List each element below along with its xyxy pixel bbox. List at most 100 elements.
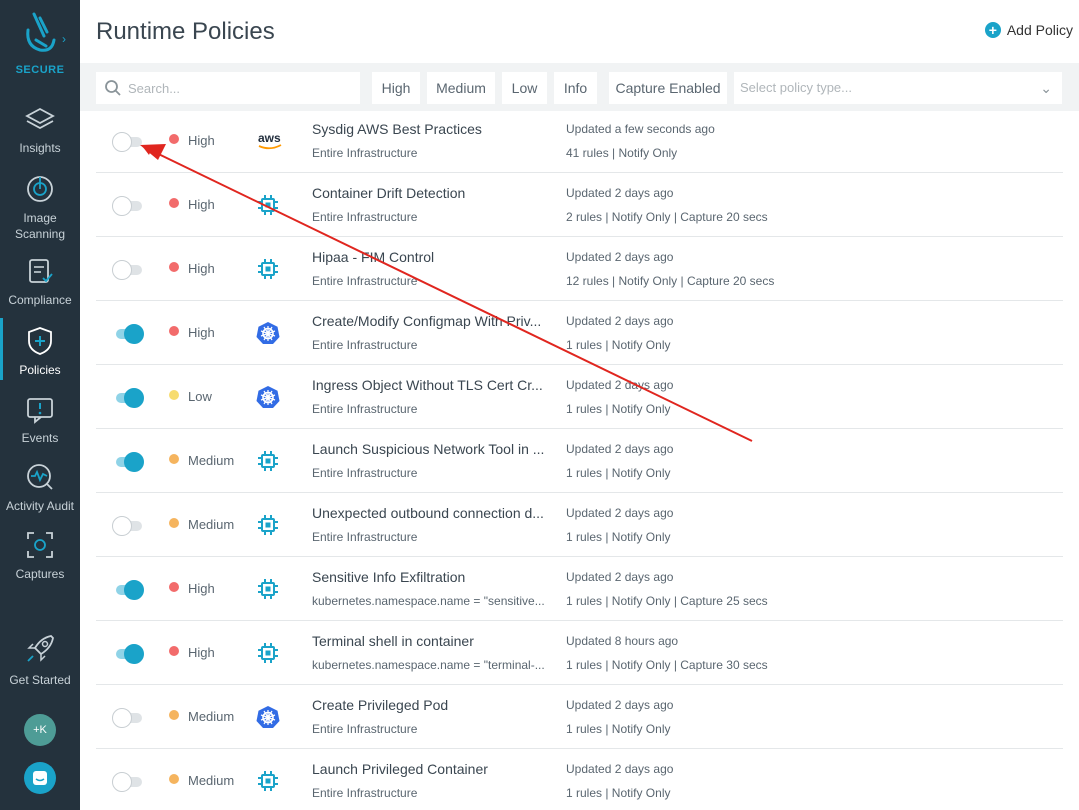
enable-toggle[interactable] <box>112 388 144 408</box>
policy-source-icon <box>256 449 280 473</box>
policy-source-icon <box>256 641 280 665</box>
table-row[interactable]: High Terminal shell in container kubernete… <box>96 621 1063 685</box>
table-row[interactable]: Medium Launch Privileged Container Entire … <box>96 749 1063 810</box>
policy-meta: 41 rules | Notify Only <box>566 146 678 160</box>
kubernetes-icon <box>256 386 280 408</box>
policy-updated: Updated 2 days ago <box>566 314 674 328</box>
sidebar-item-get-started[interactable]: Get Started <box>0 632 80 688</box>
policy-updated: Updated 2 days ago <box>566 506 674 520</box>
sidebar-item-activity-audit[interactable]: Activity Audit <box>0 462 80 514</box>
enable-toggle[interactable] <box>112 580 144 600</box>
policy-source-icon <box>256 257 280 281</box>
severity-dot <box>169 390 179 400</box>
policy-name[interactable]: Sensitive Info Exfiltration <box>312 569 558 585</box>
filter-bar: High Medium Low Info Capture Enabled Sel… <box>80 63 1079 111</box>
enable-toggle[interactable] <box>112 196 144 216</box>
severity-dot <box>169 454 179 464</box>
policy-name[interactable]: Hipaa - FIM Control <box>312 249 558 265</box>
enable-toggle[interactable] <box>112 260 144 280</box>
filter-low[interactable]: Low <box>502 72 547 104</box>
severity-dot <box>169 774 179 784</box>
enable-toggle[interactable] <box>112 708 144 728</box>
enable-toggle[interactable] <box>112 324 144 344</box>
severity-label: High <box>188 581 215 596</box>
table-row[interactable]: Medium Create Privileged Pod Entire Infras… <box>96 685 1063 749</box>
toggle-knob <box>124 452 144 472</box>
filter-capture-enabled[interactable]: Capture Enabled <box>609 72 727 104</box>
policy-name[interactable]: Sysdig AWS Best Practices <box>312 121 558 137</box>
policy-name[interactable]: Create Privileged Pod <box>312 697 558 713</box>
enable-toggle[interactable] <box>112 644 144 664</box>
severity-label: Medium <box>188 453 235 468</box>
table-row[interactable]: High Sensitive Info Exfiltration kubernete… <box>96 557 1063 621</box>
table-row[interactable]: High aws Sysdig AWS Best Practices Entire I… <box>96 109 1063 173</box>
aws-icon: aws <box>258 131 282 150</box>
enable-toggle[interactable] <box>112 516 144 536</box>
enable-toggle[interactable] <box>112 132 144 152</box>
severity-label: High <box>188 645 215 660</box>
sidebar-item-image-scanning[interactable]: Image Scanning <box>0 174 80 242</box>
policy-type-select[interactable]: Select policy type... ⌄ <box>734 72 1062 104</box>
policy-updated: Updated 2 days ago <box>566 378 674 392</box>
filter-high[interactable]: High <box>372 72 420 104</box>
policy-scope: Entire Infrastructure <box>312 210 418 224</box>
sidebar-item-events[interactable]: Events <box>0 396 80 446</box>
policy-scope: Entire Infrastructure <box>312 274 418 288</box>
table-row[interactable]: Medium Launch Suspicious Network Tool in … <box>96 429 1063 493</box>
table-row[interactable]: Low Ingress Object Without TLS Cert Cr...… <box>96 365 1063 429</box>
sidebar: › SECURE Insights Image Scanning Complia… <box>0 0 80 810</box>
policy-source-icon <box>256 321 280 345</box>
policy-meta: 1 rules | Notify Only <box>566 338 671 352</box>
add-policy-button[interactable]: + Add Policy <box>984 22 1073 38</box>
enable-toggle[interactable] <box>112 772 144 792</box>
toggle-knob <box>124 388 144 408</box>
alert-monitor-icon <box>27 398 53 424</box>
policy-updated: Updated 2 days ago <box>566 186 674 200</box>
sidebar-item-label: Policies <box>19 363 61 377</box>
policy-scope: kubernetes.namespace.name = "sensitive..… <box>312 594 545 608</box>
policy-name[interactable]: Terminal shell in container <box>312 633 558 649</box>
severity-label: High <box>188 261 215 276</box>
filter-medium[interactable]: Medium <box>427 72 495 104</box>
table-row[interactable]: High Container Drift Detection Entire Infr… <box>96 173 1063 237</box>
table-row[interactable]: High Hipaa - FIM Control Entire Infrastruc… <box>96 237 1063 301</box>
severity-dot <box>169 646 179 656</box>
policy-updated: Updated 2 days ago <box>566 570 674 584</box>
policy-name[interactable]: Launch Privileged Container <box>312 761 558 777</box>
policy-scope: Entire Infrastructure <box>312 786 418 800</box>
sidebar-item-policies[interactable]: Policies <box>0 318 80 380</box>
toggle-knob <box>112 132 132 152</box>
sidebar-item-compliance[interactable]: Compliance <box>0 258 80 308</box>
chevron-right-icon[interactable]: › <box>62 32 66 46</box>
policy-name[interactable]: Ingress Object Without TLS Cert Cr... <box>312 377 558 393</box>
scan-icon <box>27 176 53 202</box>
chat-button[interactable] <box>24 762 56 794</box>
policy-scope: Entire Infrastructure <box>312 466 418 480</box>
search-input[interactable] <box>128 80 348 96</box>
avatar[interactable]: +K <box>24 714 56 746</box>
falco-chip-icon <box>258 515 278 535</box>
policy-updated: Updated 2 days ago <box>566 762 674 776</box>
table-row[interactable]: High Create/Modify Configmap With Priv...… <box>96 301 1063 365</box>
sidebar-item-captures[interactable]: Captures <box>0 530 80 582</box>
policy-name[interactable]: Unexpected outbound connection d... <box>312 505 558 521</box>
policy-name[interactable]: Container Drift Detection <box>312 185 558 201</box>
policy-name[interactable]: Launch Suspicious Network Tool in ... <box>312 441 558 457</box>
policy-meta: 1 rules | Notify Only | Capture 30 secs <box>566 658 768 672</box>
table-row[interactable]: Medium Unexpected outbound connection d..… <box>96 493 1063 557</box>
clipboard-check-icon <box>29 259 53 283</box>
toggle-knob <box>112 260 132 280</box>
brand[interactable]: › SECURE <box>0 10 80 76</box>
policy-source-icon <box>256 705 280 729</box>
sidebar-item-insights[interactable]: Insights <box>0 106 80 156</box>
filter-info[interactable]: Info <box>554 72 597 104</box>
policy-scope: Entire Infrastructure <box>312 146 418 160</box>
toggle-knob <box>124 324 144 344</box>
enable-toggle[interactable] <box>112 452 144 472</box>
toggle-knob <box>112 516 132 536</box>
severity-label: High <box>188 325 215 340</box>
policy-meta: 1 rules | Notify Only | Capture 25 secs <box>566 594 768 608</box>
severity-dot <box>169 710 179 720</box>
policy-scope: Entire Infrastructure <box>312 722 418 736</box>
policy-name[interactable]: Create/Modify Configmap With Priv... <box>312 313 558 329</box>
